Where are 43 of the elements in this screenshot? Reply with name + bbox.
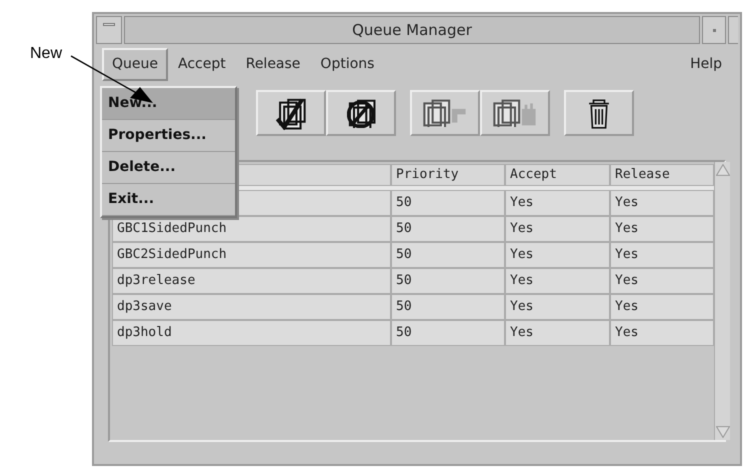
table-cell: 50 xyxy=(391,320,505,346)
column-header[interactable]: Accept xyxy=(505,164,610,186)
table-cell: GBC1SidedPunch xyxy=(112,216,391,242)
table-cell: Yes xyxy=(610,294,714,320)
table-cell: Yes xyxy=(610,268,714,294)
callout-label: New xyxy=(30,44,62,64)
table-cell: Yes xyxy=(505,242,610,268)
window-menu-button[interactable] xyxy=(96,16,122,44)
table-cell: Yes xyxy=(610,320,714,346)
checkmark-pages-icon xyxy=(276,96,306,130)
table-cell: Yes xyxy=(505,320,610,346)
column-header[interactable]: Release xyxy=(610,164,714,186)
menu-bar-item[interactable]: Release xyxy=(236,50,310,78)
table-cell: 50 xyxy=(391,268,505,294)
column-header[interactable]: Priority xyxy=(391,164,505,186)
menu-bar-item[interactable]: Help xyxy=(680,50,732,78)
toolbar-button[interactable] xyxy=(326,90,396,136)
table-cell: Yes xyxy=(505,190,610,216)
table-cell: 50 xyxy=(391,294,505,320)
toolbar-button[interactable] xyxy=(256,90,326,136)
table-cell: Yes xyxy=(505,268,610,294)
table-cell: 50 xyxy=(391,216,505,242)
table-cell: dp3hold xyxy=(112,320,391,346)
toolbar-button[interactable] xyxy=(564,90,634,136)
table-cell: dp3release xyxy=(112,268,391,294)
table-cell: GBC2SidedPunch xyxy=(112,242,391,268)
window-title: Queue Manager xyxy=(124,16,700,44)
table-cell: Yes xyxy=(610,190,714,216)
menu-bar-item[interactable]: Accept xyxy=(168,50,236,78)
menu-bar-item[interactable]: Queue xyxy=(102,48,168,80)
menu-bar-item[interactable]: Options xyxy=(310,50,384,78)
menu-item[interactable]: New... xyxy=(102,88,235,120)
table-cell: dp3save xyxy=(112,294,391,320)
raised-hand-pages-icon xyxy=(493,99,537,127)
table-cell: Yes xyxy=(505,294,610,320)
table-cell: 50 xyxy=(391,190,505,216)
table-cell: 50 xyxy=(391,242,505,268)
table-cell: Yes xyxy=(610,216,714,242)
table-cell: Yes xyxy=(505,216,610,242)
prohibited-pages-icon xyxy=(346,98,376,128)
pointing-hand-pages-icon xyxy=(423,99,467,127)
table-cell: Yes xyxy=(610,242,714,268)
trash-icon xyxy=(588,98,610,128)
